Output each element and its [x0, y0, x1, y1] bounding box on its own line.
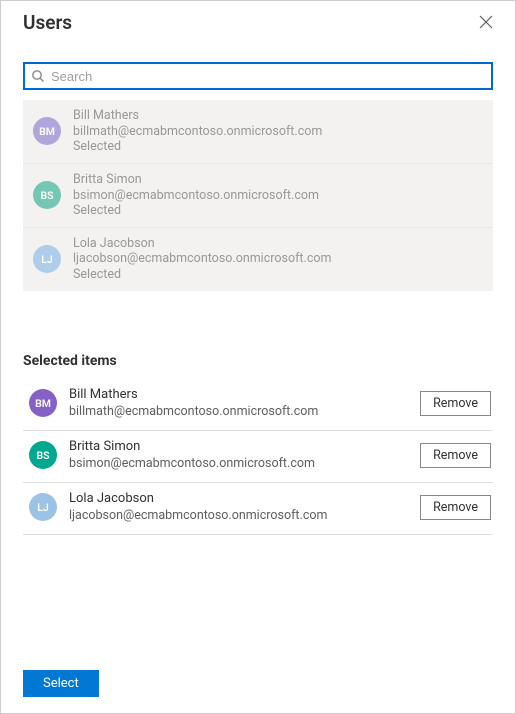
dialog-footer: Select: [1, 658, 515, 713]
user-email: billmath@ecmabmcontoso.onmicrosoft.com: [69, 404, 420, 420]
search-icon: [31, 69, 45, 83]
selected-item: BS Britta Simon bsimon@ecmabmcontoso.onm…: [23, 431, 493, 483]
select-button[interactable]: Select: [23, 670, 99, 697]
search-result-item[interactable]: BS Britta Simon bsimon@ecmabmcontoso.onm…: [23, 164, 493, 228]
search-field[interactable]: [23, 62, 493, 90]
selection-status: Selected: [73, 203, 319, 219]
user-email: ljacobson@ecmabmcontoso.onmicrosoft.com: [69, 508, 420, 524]
remove-button[interactable]: Remove: [420, 443, 491, 468]
selection-status: Selected: [73, 267, 331, 283]
selected-items-list: BM Bill Mathers billmath@ecmabmcontoso.o…: [23, 379, 493, 535]
user-email: ljacobson@ecmabmcontoso.onmicrosoft.com: [73, 251, 331, 267]
search-result-item[interactable]: LJ Lola Jacobson ljacobson@ecmabmcontoso…: [23, 228, 493, 291]
dialog-header: Users: [1, 1, 515, 40]
result-text: Britta Simon bsimon@ecmabmcontoso.onmicr…: [73, 172, 319, 219]
result-text: Bill Mathers billmath@ecmabmcontoso.onmi…: [73, 108, 322, 155]
avatar: BS: [33, 181, 61, 209]
user-email: bsimon@ecmabmcontoso.onmicrosoft.com: [69, 456, 420, 472]
search-result-item[interactable]: BM Bill Mathers billmath@ecmabmcontoso.o…: [23, 100, 493, 164]
user-name: Lola Jacobson: [73, 236, 331, 252]
avatar: LJ: [33, 245, 61, 273]
dialog-title: Users: [23, 11, 72, 34]
close-button[interactable]: [475, 11, 497, 33]
user-name: Bill Mathers: [69, 387, 420, 404]
remove-button[interactable]: Remove: [420, 495, 491, 520]
user-email: billmath@ecmabmcontoso.onmicrosoft.com: [73, 124, 322, 140]
selected-text: Britta Simon bsimon@ecmabmcontoso.onmicr…: [69, 439, 420, 472]
avatar: BM: [29, 389, 57, 417]
user-name: Lola Jacobson: [69, 491, 420, 508]
search-input[interactable]: [49, 64, 485, 88]
search-results-list: BM Bill Mathers billmath@ecmabmcontoso.o…: [23, 100, 493, 291]
user-name: Britta Simon: [69, 439, 420, 456]
avatar: BM: [33, 117, 61, 145]
selected-item: BM Bill Mathers billmath@ecmabmcontoso.o…: [23, 379, 493, 431]
selected-item: LJ Lola Jacobson ljacobson@ecmabmcontoso…: [23, 483, 493, 535]
avatar: BS: [29, 441, 57, 469]
user-email: bsimon@ecmabmcontoso.onmicrosoft.com: [73, 188, 319, 204]
user-name: Bill Mathers: [73, 108, 322, 124]
user-name: Britta Simon: [73, 172, 319, 188]
selection-status: Selected: [73, 139, 322, 155]
result-text: Lola Jacobson ljacobson@ecmabmcontoso.on…: [73, 236, 331, 283]
selected-text: Bill Mathers billmath@ecmabmcontoso.onmi…: [69, 387, 420, 420]
avatar: LJ: [29, 493, 57, 521]
close-icon: [479, 18, 493, 33]
dialog-content: BM Bill Mathers billmath@ecmabmcontoso.o…: [1, 40, 515, 658]
remove-button[interactable]: Remove: [420, 391, 491, 416]
selected-text: Lola Jacobson ljacobson@ecmabmcontoso.on…: [69, 491, 420, 524]
selected-items-heading: Selected items: [23, 353, 493, 369]
